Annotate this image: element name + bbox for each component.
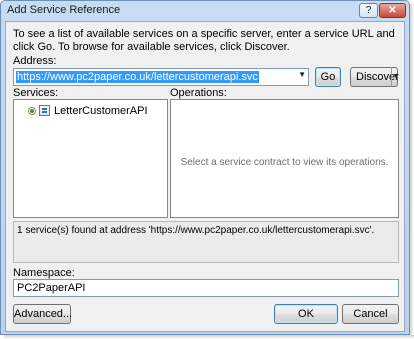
address-label: Address: [13, 55, 57, 67]
advanced-button[interactable]: Advanced... [13, 304, 72, 324]
status-box: 1 service(s) found at address 'https://w… [13, 221, 399, 263]
chevron-down-icon[interactable]: ▼ [298, 70, 306, 79]
add-service-reference-dialog: Add Service Reference ? ✕ To see a list … [0, 0, 410, 335]
instructions-text: To see a list of available services on a… [13, 28, 395, 53]
help-icon: ? [365, 5, 372, 16]
go-button[interactable]: Go [315, 67, 341, 87]
namespace-label: Namespace: [13, 267, 75, 279]
expand-icon[interactable] [28, 107, 36, 115]
address-combobox[interactable]: https://www.pc2paper.co.uk/lettercustome… [13, 68, 309, 86]
window-shadow-bottom [4, 335, 414, 339]
services-tree[interactable]: LetterCustomerAPI [13, 99, 168, 218]
cancel-button[interactable]: Cancel [342, 304, 399, 324]
title-bar[interactable]: Add Service Reference ? ✕ [1, 1, 409, 21]
address-input[interactable]: https://www.pc2paper.co.uk/lettercustome… [16, 71, 259, 83]
close-icon: ✕ [388, 5, 397, 16]
close-button[interactable]: ✕ [379, 3, 406, 18]
window-shadow-right [410, 4, 414, 337]
window-title: Add Service Reference [7, 4, 121, 16]
namespace-input[interactable] [13, 279, 399, 297]
discover-dropdown-icon[interactable]: ▼ [391, 67, 400, 87]
operations-placeholder: Select a service contract to view its op… [180, 157, 389, 168]
dialog-body: To see a list of available services on a… [5, 21, 405, 332]
ok-button[interactable]: OK [274, 304, 338, 324]
service-icon [39, 105, 50, 116]
operations-label: Operations: [170, 87, 227, 99]
help-button[interactable]: ? [359, 3, 378, 18]
operations-list[interactable]: Select a service contract to view its op… [170, 99, 399, 218]
tree-item-label: LetterCustomerAPI [54, 105, 148, 117]
services-label: Services: [13, 87, 59, 99]
status-text: 1 service(s) found at address 'https://w… [17, 225, 375, 236]
